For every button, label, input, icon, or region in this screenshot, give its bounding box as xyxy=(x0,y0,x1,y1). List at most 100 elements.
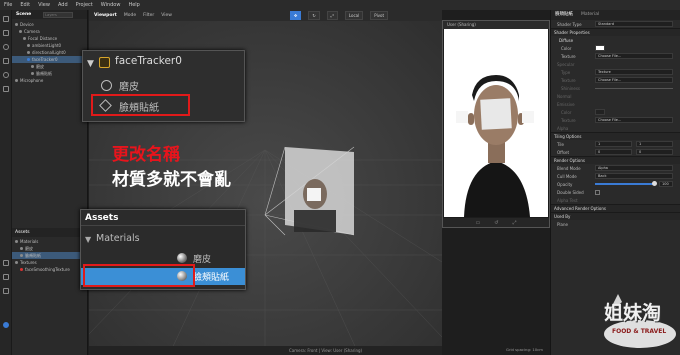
tile-y-input[interactable]: 1 xyxy=(636,141,673,147)
diffuse-texture-select[interactable]: Choose File... xyxy=(595,53,673,59)
opacity-input[interactable]: 100 xyxy=(659,181,673,187)
menu-edit[interactable]: Edit xyxy=(20,2,30,8)
opacity-slider-handle[interactable] xyxy=(652,181,657,186)
offset-x-input[interactable]: 0 xyxy=(595,149,632,155)
refresh-icon[interactable] xyxy=(3,72,9,78)
assets-tree-item[interactable]: 磨皮 xyxy=(12,245,88,252)
assets-tree-item[interactable]: Textures xyxy=(12,259,88,266)
emissive-texture-select[interactable]: Choose File... xyxy=(595,117,673,123)
scene-tree-item[interactable]: faceTracker0 xyxy=(12,56,87,63)
scene-tree-item[interactable]: 磨皮 xyxy=(12,63,87,70)
face-tracker-icon xyxy=(99,57,110,68)
node-icon xyxy=(31,72,34,75)
highlight-box-assets xyxy=(83,264,195,287)
scene-tree-label: Focal Distance xyxy=(28,36,58,41)
account-icon[interactable] xyxy=(3,322,9,328)
asset-icon xyxy=(20,268,23,271)
diffuse-texture-row: Texture Choose File... xyxy=(551,52,680,60)
layers-icon[interactable] xyxy=(3,16,9,22)
pivot-button[interactable]: Pivot xyxy=(370,11,389,20)
console-icon[interactable] xyxy=(3,274,9,280)
section-diffuse[interactable]: Diffuse xyxy=(551,36,680,44)
asset-icon xyxy=(20,254,23,257)
assets-tree-item[interactable]: faceSmoothingTexture xyxy=(12,266,88,273)
overlay-material-sticker[interactable]: 臉頰貼紙 xyxy=(193,270,229,283)
play-icon[interactable] xyxy=(3,44,9,50)
section-normal[interactable]: Normal xyxy=(551,92,680,100)
view-menu[interactable]: View xyxy=(161,13,172,18)
node-icon xyxy=(27,58,30,61)
blend-mode-select[interactable]: Alpha xyxy=(595,165,673,171)
scene-tree-item[interactable]: 臉頰貼紙 xyxy=(12,70,87,77)
node-icon xyxy=(27,44,30,47)
patch-icon[interactable] xyxy=(3,58,9,64)
diffuse-color-swatch[interactable] xyxy=(595,45,605,51)
scene-tree-item[interactable]: directionalLight0 xyxy=(12,49,87,56)
rotate-tool-icon[interactable]: ↻ xyxy=(308,11,320,20)
scene-tree-item[interactable]: Device xyxy=(12,21,87,28)
section-specular[interactable]: Specular xyxy=(551,60,680,68)
section-shader-properties[interactable]: Shader Properties xyxy=(551,28,680,36)
viewport-status-camera: Camera: Front | View: User (Sharing) xyxy=(289,348,363,353)
section-render-options[interactable]: Render Options xyxy=(551,156,680,164)
section-tiling[interactable]: Tiling Options xyxy=(551,132,680,140)
menu-project[interactable]: Project xyxy=(76,2,93,8)
mode-menu[interactable]: Mode xyxy=(124,13,136,18)
shininess-slider[interactable] xyxy=(595,87,673,89)
diffuse-color-row: Color xyxy=(551,44,680,52)
overlay-folder-arrow-icon[interactable]: ▼ xyxy=(85,235,91,244)
overlay-face-tracker-label[interactable]: faceTracker0 xyxy=(115,55,182,67)
preview-title[interactable]: User (Sharing) xyxy=(443,21,549,29)
collapse-arrow-icon[interactable]: ▼ xyxy=(87,59,94,69)
scene-tree-item[interactable]: ambientLight0 xyxy=(12,42,87,49)
scene-tree-item[interactable]: Camera xyxy=(12,28,87,35)
camera-icon[interactable] xyxy=(3,30,9,36)
assets-tree-item[interactable]: Materials xyxy=(12,238,88,245)
section-alpha-test[interactable]: Alpha Test xyxy=(551,196,680,204)
shader-type-select[interactable]: Standard xyxy=(595,21,673,27)
assets-tree-item[interactable]: 臉頰貼紙 xyxy=(12,252,88,259)
help-icon[interactable] xyxy=(3,260,9,266)
section-alpha[interactable]: Alpha xyxy=(551,124,680,132)
scene-tree-label: Microphone xyxy=(20,78,44,83)
offset-row: Offset 0 0 xyxy=(551,148,680,156)
menu-add[interactable]: Add xyxy=(58,2,68,8)
specular-type-select[interactable]: Texture xyxy=(595,69,673,75)
inspector-subtitle: Material xyxy=(581,12,600,17)
video-icon[interactable]: ▭ xyxy=(476,220,481,226)
overlay-materials-folder[interactable]: Materials xyxy=(96,233,140,244)
menu-file[interactable]: File xyxy=(4,2,12,8)
cull-mode-select[interactable]: Back xyxy=(595,173,673,179)
settings-icon[interactable] xyxy=(3,288,9,294)
layers-search-input[interactable]: Layers xyxy=(43,11,74,18)
specular-texture-select[interactable]: Choose File... xyxy=(595,77,673,83)
scene-tree-item[interactable]: Microphone xyxy=(12,77,87,84)
scene-tree-item[interactable]: Focal Distance xyxy=(12,35,87,42)
menu-view[interactable]: View xyxy=(38,2,50,8)
restart-icon[interactable]: ↺ xyxy=(494,220,498,226)
used-by-item[interactable]: Plane xyxy=(551,220,680,228)
scale-tool-icon[interactable]: ⤢ xyxy=(326,11,338,20)
tab-scene[interactable]: Scene xyxy=(16,12,31,17)
local-button[interactable]: Local xyxy=(344,11,364,20)
section-used-by[interactable]: Used By xyxy=(551,212,680,220)
opacity-slider[interactable] xyxy=(595,181,657,186)
move-tool-icon[interactable]: ✥ xyxy=(289,11,302,20)
offset-y-input[interactable]: 0 xyxy=(636,149,673,155)
section-emissive[interactable]: Emissive xyxy=(551,100,680,108)
double-sided-checkbox[interactable] xyxy=(595,189,600,195)
menu-help[interactable]: Help xyxy=(128,2,139,8)
filter-menu[interactable]: Filter xyxy=(143,13,154,18)
node-icon xyxy=(15,23,18,26)
app-window: File Edit View Add Project Window Help S… xyxy=(0,0,680,355)
overlay-child-smoothing[interactable]: 磨皮 xyxy=(119,78,139,93)
section-advanced-render[interactable]: Advanced Render Options xyxy=(551,204,680,212)
watermark-logo: 姐妹淘 FOOD & TRAVEL xyxy=(598,284,678,354)
tile-x-input[interactable]: 1 xyxy=(595,141,632,147)
fullscreen-icon[interactable]: ⤢ xyxy=(512,220,516,226)
menu-window[interactable]: Window xyxy=(101,2,121,8)
upload-icon[interactable] xyxy=(3,86,9,92)
emissive-color-swatch[interactable] xyxy=(595,109,605,115)
overlay-material-smoothing[interactable]: 磨皮 xyxy=(193,252,211,265)
opacity-slider-fill xyxy=(595,183,655,185)
